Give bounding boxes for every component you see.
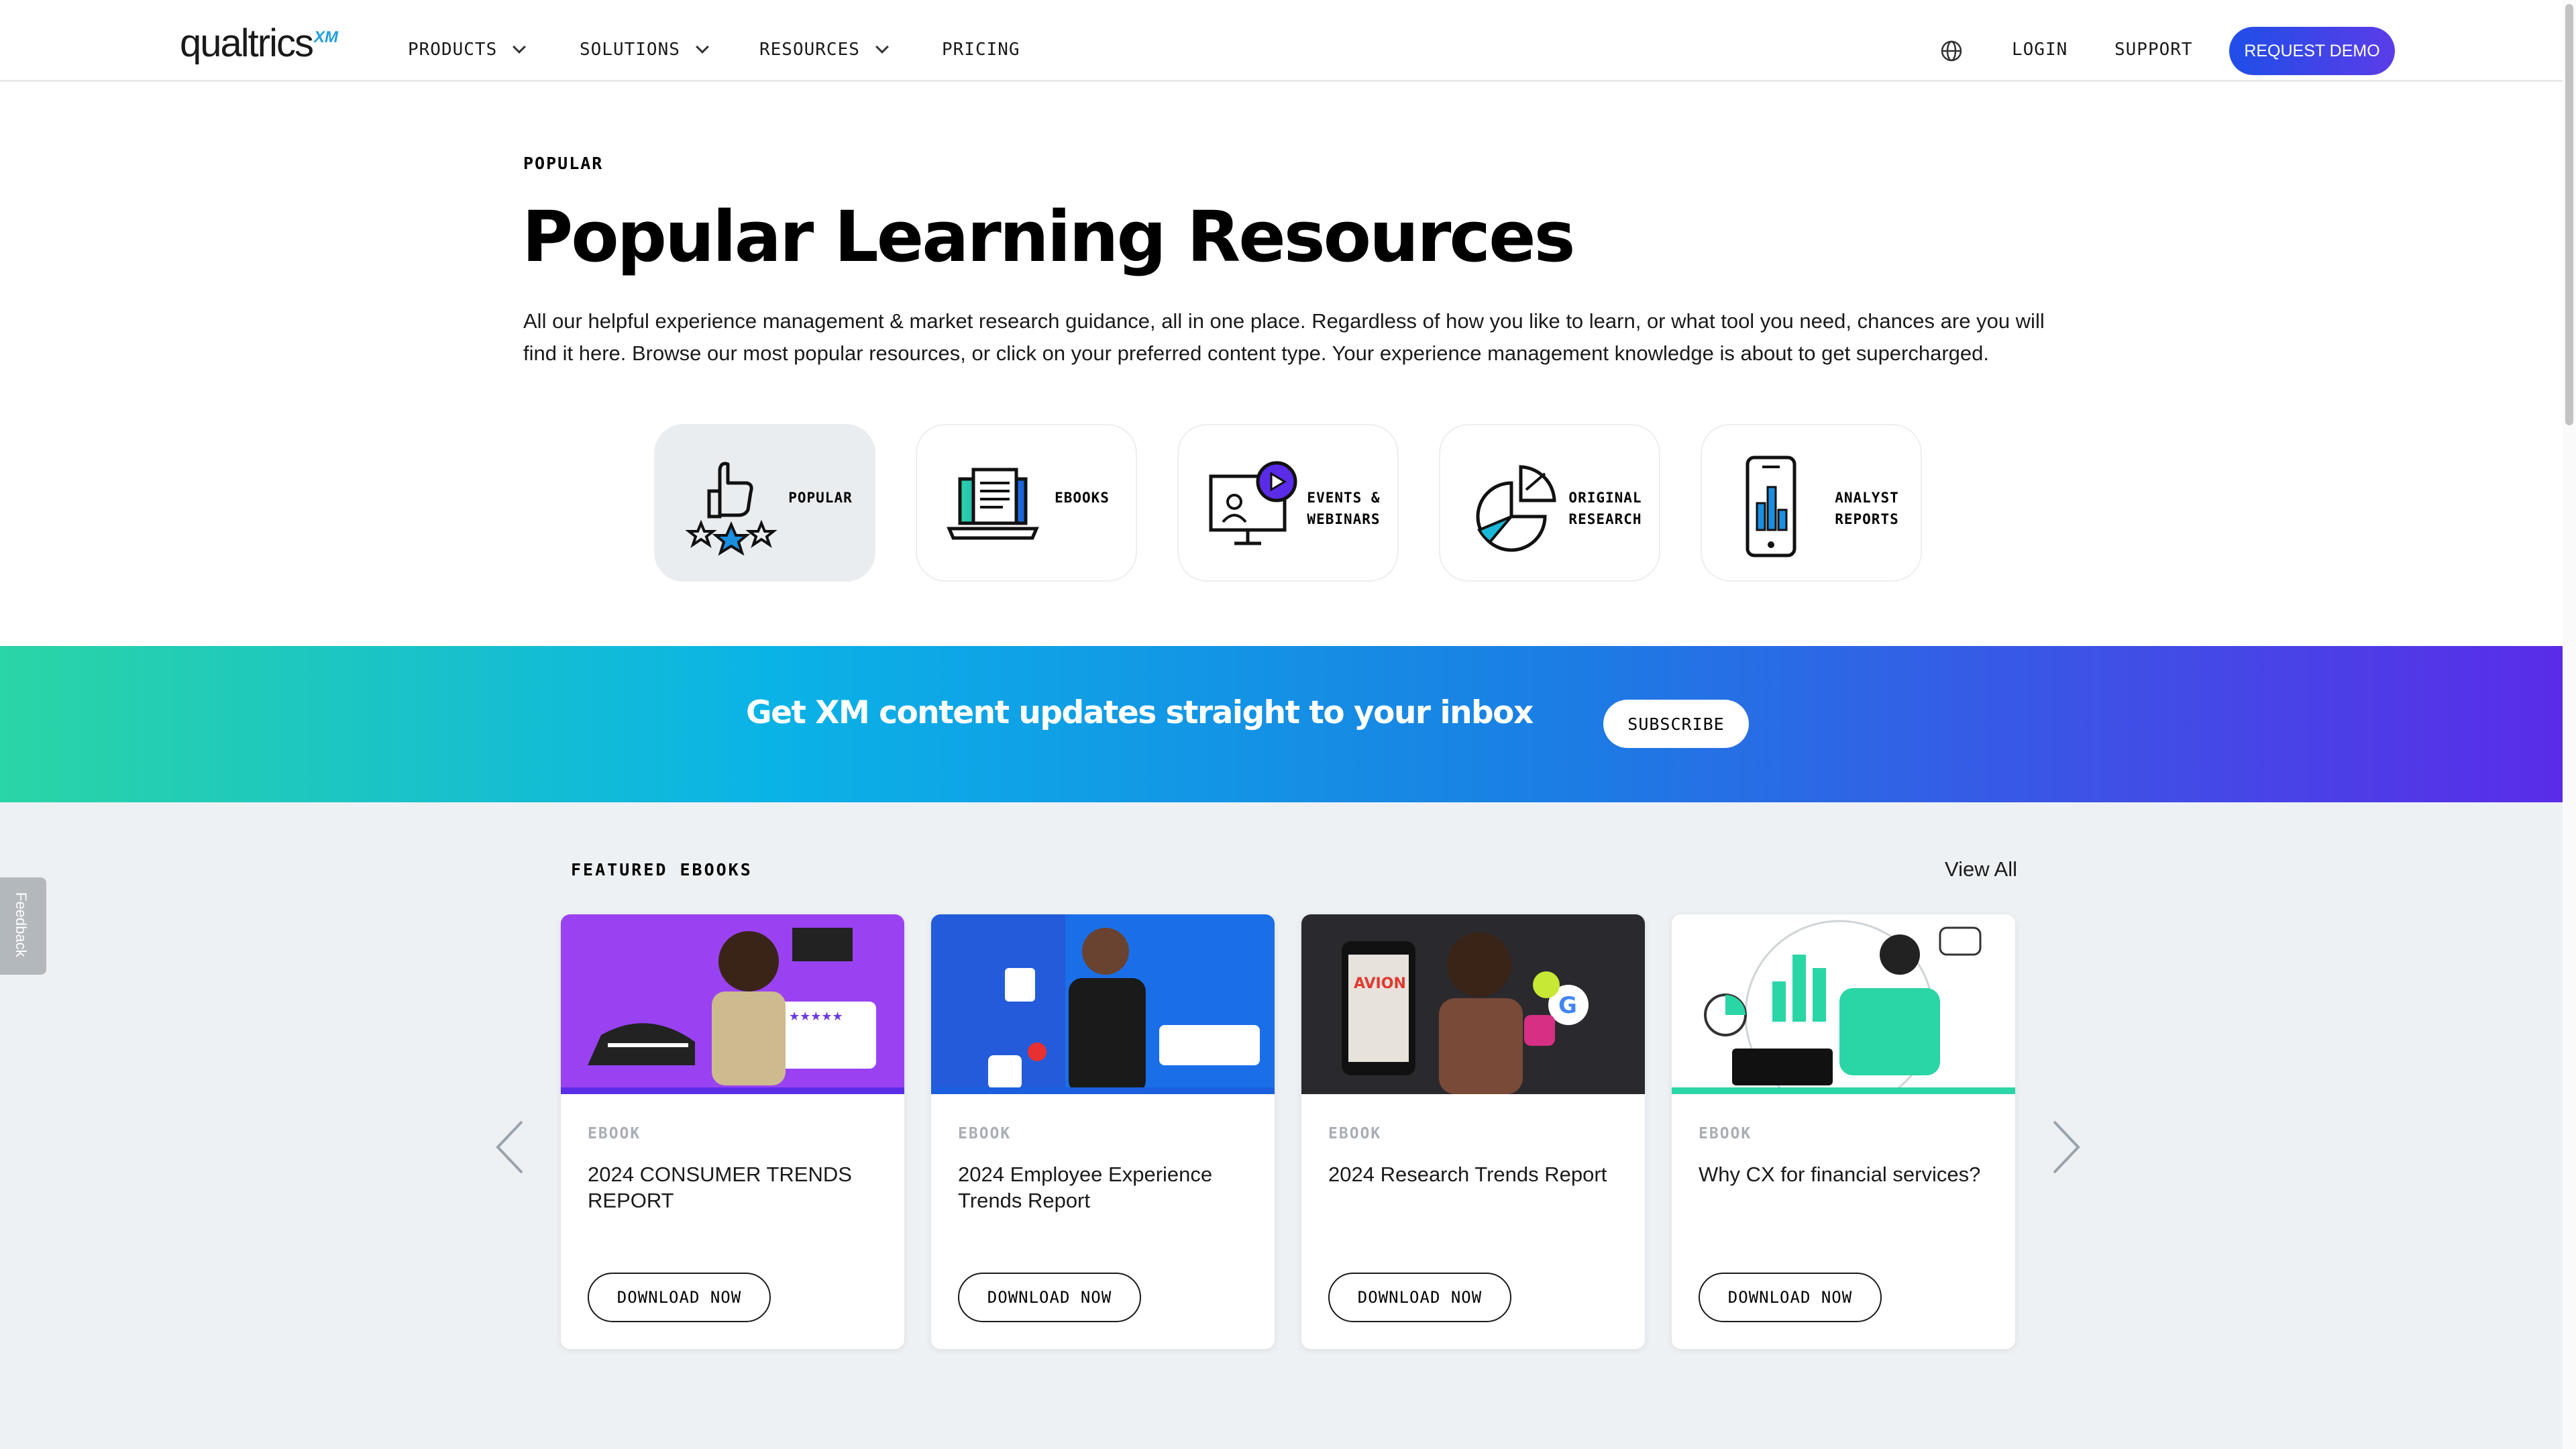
category-label-line: ORIGINAL [1568, 490, 1642, 506]
category-label-line: RESEARCH [1568, 511, 1642, 527]
subscribe-button[interactable]: SUBSCRIBE [1603, 700, 1749, 748]
hero-eyebrow: POPULAR [523, 154, 604, 173]
subscribe-banner: Get XM content updates straight to your … [0, 646, 2563, 802]
request-demo-button[interactable]: REQUEST DEMO [2229, 27, 2395, 75]
category-analyst-reports[interactable]: ANALYST REPORTS [1701, 424, 1922, 582]
globe-icon[interactable] [1940, 40, 1963, 62]
category-ebooks[interactable]: EBOOKS [916, 424, 1137, 582]
login-link[interactable]: LOGIN [2012, 38, 2068, 62]
ebook-card[interactable]: EBOOK 2024 Employee Experience Trends Re… [931, 914, 1275, 1349]
pie-chart-icon [1476, 465, 1556, 552]
ebook-cover-image [1672, 914, 2015, 1094]
banner-headline: Get XM content updates straight to your … [746, 694, 1534, 731]
card-title: Why CX for financial services? [1699, 1163, 1981, 1186]
nav-solutions-label: SOLUTIONS [580, 40, 680, 60]
download-now-button[interactable]: DOWNLOAD NOW [958, 1273, 1141, 1322]
feedback-label: Feedback [13, 892, 30, 957]
card-title: 2024 Employee Experience Trends Report [958, 1163, 1213, 1212]
thumbs-up-stars-icon [685, 462, 777, 556]
download-now-button[interactable]: DOWNLOAD NOW [1328, 1273, 1511, 1322]
category-label-line: POPULAR [788, 490, 853, 506]
category-label-line: EBOOKS [1055, 490, 1110, 506]
page-scrollbar[interactable] [2563, 0, 2576, 1449]
chevron-down-icon [695, 40, 709, 54]
phone-bar-chart-icon [1746, 455, 1796, 557]
support-link[interactable]: SUPPORT [2114, 38, 2193, 62]
page-title: Popular Learning Resources [522, 196, 1576, 278]
top-navigation: qualtrics XM PRODUCTS SOLUTIONS RESOURCE… [0, 0, 2576, 82]
card-title: 2024 Research Trends Report [1328, 1163, 1607, 1186]
scrollbar-thumb[interactable] [2565, 4, 2573, 425]
view-all-link[interactable]: View All [1945, 857, 2017, 881]
category-label-line: ANALYST [1835, 490, 1899, 506]
category-label-line: WEBINARS [1307, 511, 1381, 527]
category-events-label: EVENTS & WEBINARS [1297, 487, 1391, 530]
ebook-card[interactable]: ★★★★★ EBOOK 2024 CONSUMER TRENDS REPORT … [561, 914, 904, 1349]
card-kind: EBOOK [588, 1125, 641, 1142]
card-title: 2024 CONSUMER TRENDS REPORT [588, 1163, 852, 1212]
category-popular[interactable]: POPULAR [654, 424, 875, 582]
svg-text:G: G [1558, 992, 1577, 1019]
webinar-screen-icon [1209, 461, 1297, 545]
carousel-prev-icon[interactable] [494, 1119, 526, 1175]
ebook-cover-image [931, 914, 1275, 1094]
logo-xm-badge: XM [313, 28, 338, 46]
featured-ebooks-section: FEATURED EBOOKS View All ★★★★★ EBOOK 202… [0, 802, 2563, 1449]
category-original-research[interactable]: ORIGINAL RESEARCH [1439, 424, 1660, 582]
feedback-tab[interactable]: Feedback [0, 877, 46, 975]
ebook-card[interactable]: AVION G EBOOK 2024 Research Trends Repor… [1301, 914, 1645, 1349]
svg-text:★★★★★: ★★★★★ [789, 1010, 843, 1024]
ebook-cover-image: ★★★★★ [561, 914, 904, 1094]
nav-solutions[interactable]: SOLUTIONS [580, 38, 709, 62]
category-label-line: REPORTS [1835, 511, 1899, 527]
nav-resources-label: RESOURCES [759, 40, 860, 60]
laptop-document-icon [947, 468, 1039, 540]
category-ebooks-label: EBOOKS [1035, 487, 1129, 508]
nav-products-label: PRODUCTS [408, 40, 498, 60]
qualtrics-logo[interactable]: qualtrics XM [180, 24, 338, 71]
download-now-button[interactable]: DOWNLOAD NOW [1699, 1273, 1882, 1322]
ebook-cover-image: AVION G [1301, 914, 1645, 1094]
svg-text:AVION: AVION [1354, 975, 1406, 992]
carousel-next-icon[interactable] [2050, 1119, 2082, 1175]
category-analyst-label: ANALYST REPORTS [1820, 487, 1914, 530]
nav-products[interactable]: PRODUCTS [408, 38, 527, 62]
hero-description: All our helpful experience management & … [523, 309, 2045, 365]
card-kind: EBOOK [958, 1125, 1012, 1142]
category-popular-label: POPULAR [773, 487, 867, 508]
category-research-label: ORIGINAL RESEARCH [1558, 487, 1652, 530]
nav-pricing-label: PRICING [942, 40, 1020, 60]
logo-wordmark: qualtrics [180, 21, 314, 65]
nav-pricing[interactable]: PRICING [942, 38, 1020, 62]
nav-resources[interactable]: RESOURCES [759, 38, 889, 62]
card-kind: EBOOK [1328, 1125, 1382, 1142]
featured-title: FEATURED EBOOKS [571, 860, 753, 879]
ebook-card[interactable]: EBOOK Why CX for financial services? DOW… [1672, 914, 2015, 1349]
category-label-line: EVENTS & [1307, 490, 1381, 506]
category-events-webinars[interactable]: EVENTS & WEBINARS [1177, 424, 1399, 582]
chevron-down-icon [875, 40, 889, 54]
download-now-button[interactable]: DOWNLOAD NOW [588, 1273, 771, 1322]
card-kind: EBOOK [1699, 1125, 1752, 1142]
chevron-down-icon [513, 40, 527, 54]
